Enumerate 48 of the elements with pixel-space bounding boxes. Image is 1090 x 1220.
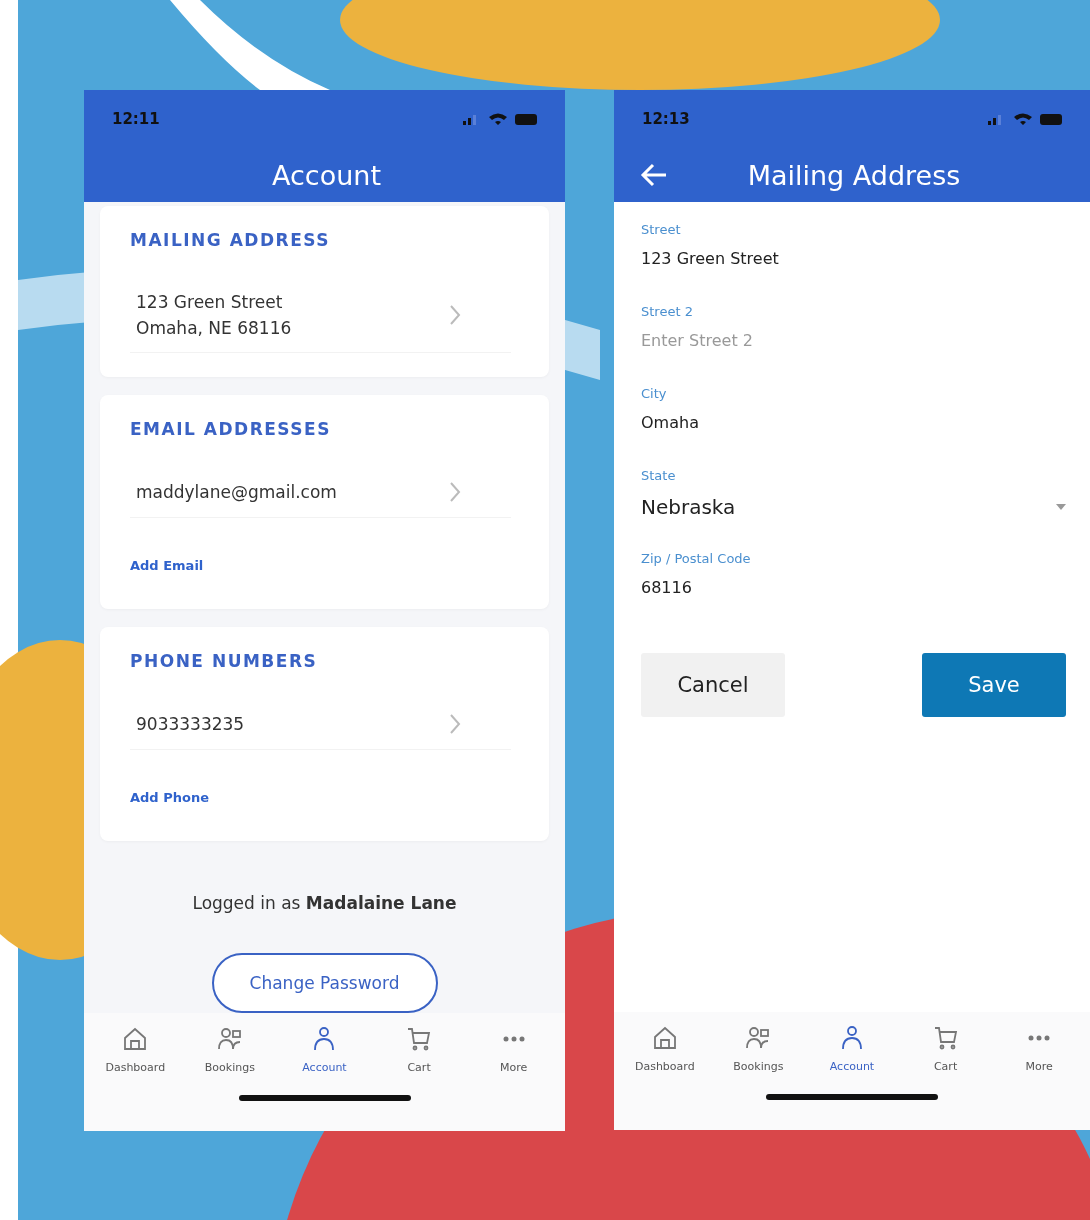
tab[interactable]: Bookings — [184, 1021, 275, 1095]
battery-icon — [1040, 114, 1062, 125]
state-select[interactable]: Nebraska — [641, 495, 1066, 551]
screen-title: Mailing Address — [747, 159, 961, 191]
list-row[interactable]: 123 Green Street Omaha, NE 68116 — [130, 278, 511, 353]
field-label: City — [641, 386, 668, 401]
signal-icon — [463, 115, 476, 125]
tab[interactable]: Bookings — [713, 1020, 804, 1094]
field-label: State — [641, 468, 677, 483]
cancel-button[interactable]: Cancel — [641, 653, 785, 717]
list-row[interactable]: 9033333235 — [130, 699, 511, 750]
wifi-icon — [489, 113, 507, 125]
save-button[interactable]: Save — [922, 653, 1066, 717]
chevron-right-icon — [449, 481, 461, 503]
signal-icon — [988, 115, 1001, 125]
dropdown-caret-icon — [1056, 504, 1066, 510]
more-icon — [1028, 1035, 1051, 1041]
logged-in-text: Logged in as Madalaine Lane — [191, 893, 458, 913]
tab[interactable]: More — [468, 1021, 559, 1095]
screen-title: Account — [272, 159, 381, 191]
add-link[interactable]: Add Phone — [130, 790, 209, 805]
more-icon — [502, 1036, 525, 1042]
status-time: 12:11 — [112, 110, 160, 128]
tab[interactable]: Account — [807, 1020, 897, 1094]
add-link[interactable]: Add Email — [130, 558, 204, 573]
tab[interactable]: Dashboard — [90, 1021, 181, 1095]
section-heading: EMAIL ADDRESSES — [130, 419, 332, 439]
back-arrow-icon[interactable] — [640, 162, 668, 188]
battery-icon — [515, 114, 537, 125]
tab[interactable]: Account — [279, 1021, 370, 1095]
text-field[interactable]: 123 Green Street — [641, 249, 1066, 268]
field-label: Street — [641, 222, 682, 237]
chevron-right-icon — [449, 304, 461, 326]
section-heading: PHONE NUMBERS — [130, 651, 319, 671]
wifi-icon — [1014, 113, 1032, 125]
tab[interactable]: More — [994, 1020, 1085, 1094]
section-heading: MAILING ADDRESS — [130, 230, 331, 250]
text-field[interactable]: 68116 — [641, 578, 1066, 597]
field-label: Street 2 — [641, 304, 694, 319]
tab[interactable]: Cart — [900, 1020, 991, 1094]
change-password-button[interactable]: Change Password — [211, 953, 438, 1013]
list-row[interactable]: maddylane@gmail.com — [130, 467, 511, 518]
tab[interactable]: Dashboard — [619, 1020, 710, 1094]
field-label: Zip / Postal Code — [641, 551, 752, 566]
status-time: 12:13 — [642, 110, 690, 128]
chevron-right-icon — [449, 713, 461, 735]
text-field[interactable]: Omaha — [641, 413, 1066, 432]
tab[interactable]: Cart — [374, 1021, 465, 1095]
